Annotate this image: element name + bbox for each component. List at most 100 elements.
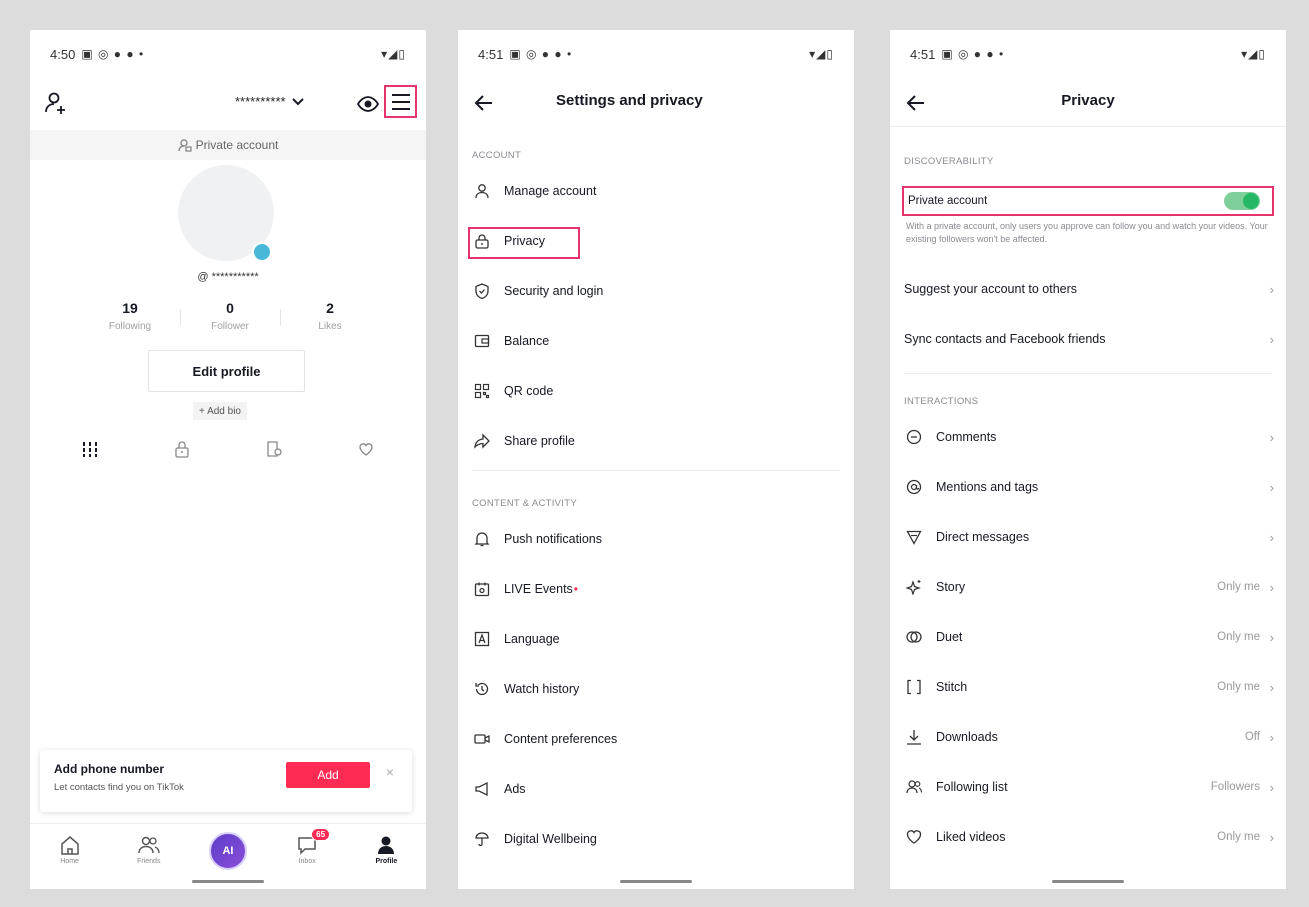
chevron-right-icon: › (1269, 281, 1274, 297)
lock-icon[interactable] (171, 438, 193, 460)
section-account: ACCOUNT (472, 150, 522, 161)
privacy-item-sync-contacts[interactable]: Sync contacts and Facebook friends › (890, 316, 1286, 362)
nav-profile-label: Profile (375, 858, 398, 865)
stat-followers[interactable]: 0 Follower (180, 300, 280, 332)
status-bar: 4:51 ▣ ◎ ● ● • ▾◢▯ (478, 44, 834, 64)
avatar-add-icon[interactable] (252, 242, 272, 262)
duet-icon (904, 627, 924, 647)
settings-item-qr-code[interactable]: QR code (458, 368, 854, 414)
new-dot: • (573, 582, 578, 596)
settings-item-share-profile[interactable]: Share profile (458, 418, 854, 464)
stat-label: Following (108, 321, 152, 332)
story-sparkle-icon (904, 577, 924, 597)
privacy-item-label: Comments (936, 430, 997, 444)
settings-item-language[interactable]: Language (458, 616, 854, 662)
privacy-item-stitch[interactable]: Stitch Only me › (890, 664, 1286, 710)
settings-item-label: QR code (504, 384, 554, 398)
settings-screen: 4:51 ▣ ◎ ● ● • ▾◢▯ Settings and privacy … (458, 30, 854, 889)
settings-item-label: Watch history (504, 682, 580, 696)
privacy-item-suggest-account[interactable]: Suggest your account to others › (890, 266, 1286, 312)
privacy-item-duet[interactable]: Duet Only me › (890, 614, 1286, 660)
settings-item-digital-wellbeing[interactable]: Digital Wellbeing (458, 816, 854, 862)
nav-home[interactable]: Home (42, 834, 98, 865)
settings-item-balance[interactable]: Balance (458, 318, 854, 364)
home-indicator (1052, 880, 1124, 883)
edit-profile-button[interactable]: Edit profile (148, 350, 305, 392)
profile-screen: 4:50 ▣ ◎ ● ● • ▾◢▯ ********** Private ac… (30, 30, 426, 889)
private-account-highlight (902, 186, 1274, 216)
add-friend-icon[interactable] (44, 90, 70, 116)
stat-likes[interactable]: 2 Likes (280, 300, 380, 332)
wellbeing-icon (472, 829, 492, 849)
nav-home-label: Home (60, 858, 79, 865)
close-icon[interactable]: × (386, 764, 394, 780)
privacy-item-liked-videos[interactable]: Liked videos Only me › (890, 814, 1286, 860)
liked-heart-icon[interactable] (355, 438, 377, 460)
privacy-screen: 4:51 ▣ ◎ ● ● • ▾◢▯ Privacy DISCOVERABILI… (890, 30, 1286, 889)
chevron-right-icon: › (1269, 429, 1274, 445)
settings-item-push-notifications[interactable]: Push notifications (458, 516, 854, 562)
settings-item-label: Digital Wellbeing (504, 832, 597, 846)
video-camera-icon (472, 729, 492, 749)
add-phone-button[interactable]: Add (286, 762, 370, 788)
page-title: Privacy (1061, 92, 1115, 109)
reposts-icon[interactable] (263, 438, 285, 460)
chevron-right-icon: › (1269, 579, 1274, 595)
account-switcher[interactable]: ********** (235, 94, 304, 109)
add-phone-card: Add phone number Let contacts find you o… (40, 750, 412, 812)
share-icon (472, 431, 492, 451)
private-account-description: With a private account, only users you a… (906, 221, 1268, 244)
calendar-icon (472, 579, 492, 599)
inbox-badge: 65 (311, 828, 331, 841)
settings-item-label: Content preferences (504, 732, 618, 746)
chevron-right-icon: › (1269, 629, 1274, 645)
settings-item-watch-history[interactable]: Watch history (458, 666, 854, 712)
privacy-item-label: Mentions and tags (936, 480, 1039, 494)
chevron-right-icon: › (1269, 529, 1274, 545)
menu-button[interactable] (384, 85, 417, 118)
videos-grid-icon[interactable] (79, 438, 101, 460)
stat-following[interactable]: 19 Following (80, 300, 180, 332)
eye-icon[interactable] (356, 92, 380, 116)
settings-item-ads[interactable]: Ads (458, 766, 854, 812)
privacy-item-story[interactable]: Story Only me › (890, 564, 1286, 610)
add-bio-button[interactable]: + Add bio (193, 402, 247, 420)
wallet-icon (472, 331, 492, 351)
following-users-icon (904, 777, 924, 797)
privacy-item-downloads[interactable]: Downloads Off › (890, 714, 1286, 760)
header-divider (890, 126, 1286, 127)
stat-value: 2 (326, 300, 334, 316)
nav-create[interactable]: AI (200, 832, 256, 870)
friends-icon (138, 836, 160, 854)
add-phone-title: Add phone number (54, 762, 164, 776)
privacy-item-value: Only me (1217, 581, 1260, 593)
nav-inbox[interactable]: 65 Inbox (279, 828, 335, 865)
settings-item-manage-account[interactable]: Manage account (458, 168, 854, 214)
settings-item-label: LIVE Events• (504, 582, 578, 596)
privacy-item-mentions[interactable]: Mentions and tags › (890, 464, 1286, 510)
settings-item-content-preferences[interactable]: Content preferences (458, 716, 854, 762)
language-icon (472, 629, 492, 649)
nav-profile[interactable]: Profile (358, 834, 414, 865)
chevron-right-icon: › (1269, 679, 1274, 695)
nav-friends[interactable]: Friends (121, 834, 177, 865)
username-label: ********** (235, 94, 286, 109)
settings-item-security[interactable]: Security and login (458, 268, 854, 314)
privacy-item-label: Suggest your account to others (904, 282, 1078, 296)
privacy-item-label: Direct messages (936, 530, 1030, 544)
privacy-item-following-list[interactable]: Following list Followers › (890, 764, 1286, 810)
privacy-item-value: Only me (1217, 831, 1260, 843)
hamburger-menu-icon (391, 93, 410, 110)
settings-item-label: Push notifications (504, 532, 602, 546)
settings-item-label: Manage account (504, 184, 597, 198)
stat-value: 0 (226, 300, 234, 316)
user-handle: @ *********** (197, 271, 259, 283)
create-ai-label: AI (222, 845, 234, 857)
section-interactions: INTERACTIONS (904, 396, 979, 407)
person-icon (472, 181, 492, 201)
privacy-item-comments[interactable]: Comments › (890, 414, 1286, 460)
privacy-highlight (468, 227, 580, 259)
settings-item-live-events[interactable]: LIVE Events• (458, 566, 854, 612)
privacy-item-direct-messages[interactable]: Direct messages › (890, 514, 1286, 560)
download-icon (904, 727, 924, 747)
